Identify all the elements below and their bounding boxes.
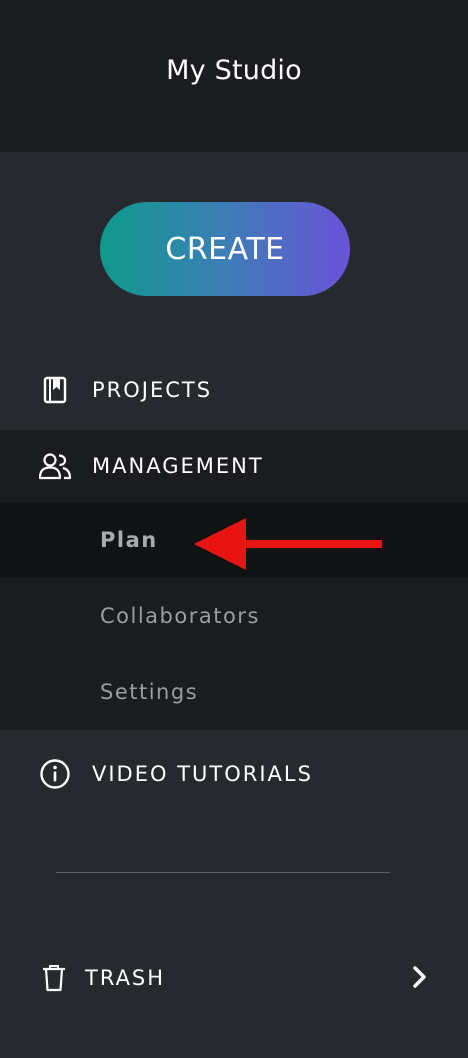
studio-header: My Studio — [0, 0, 468, 152]
chevron-right-icon — [412, 962, 428, 996]
info-icon — [39, 758, 71, 790]
submenu-label-collaborators: Collaborators — [100, 604, 260, 628]
nav-item-video-tutorials[interactable]: VIDEO TUTORIALS — [0, 744, 468, 804]
nav-item-projects[interactable]: PROJECTS — [0, 360, 468, 420]
bookmark-book-icon — [42, 376, 68, 404]
nav-label-trash: TRASH — [85, 966, 166, 990]
studio-title: My Studio — [166, 54, 302, 86]
annotation-arrow — [194, 518, 384, 574]
create-button-label: CREATE — [165, 231, 285, 267]
nav-label-projects: PROJECTS — [92, 378, 213, 402]
nav-item-trash[interactable]: TRASH — [0, 948, 468, 1008]
submenu-label-settings: Settings — [100, 680, 199, 704]
submenu-label-plan: Plan — [100, 528, 158, 552]
nav-label-video-tutorials: VIDEO TUTORIALS — [92, 762, 313, 786]
submenu-item-settings[interactable]: Settings — [0, 654, 468, 730]
nav-item-management[interactable]: MANAGEMENT — [0, 430, 468, 502]
trash-icon — [42, 964, 66, 992]
nav-label-management: MANAGEMENT — [92, 454, 264, 478]
create-button[interactable]: CREATE — [100, 202, 350, 296]
sidebar-divider — [56, 872, 390, 873]
users-icon — [38, 452, 72, 480]
submenu-item-collaborators[interactable]: Collaborators — [0, 578, 468, 654]
